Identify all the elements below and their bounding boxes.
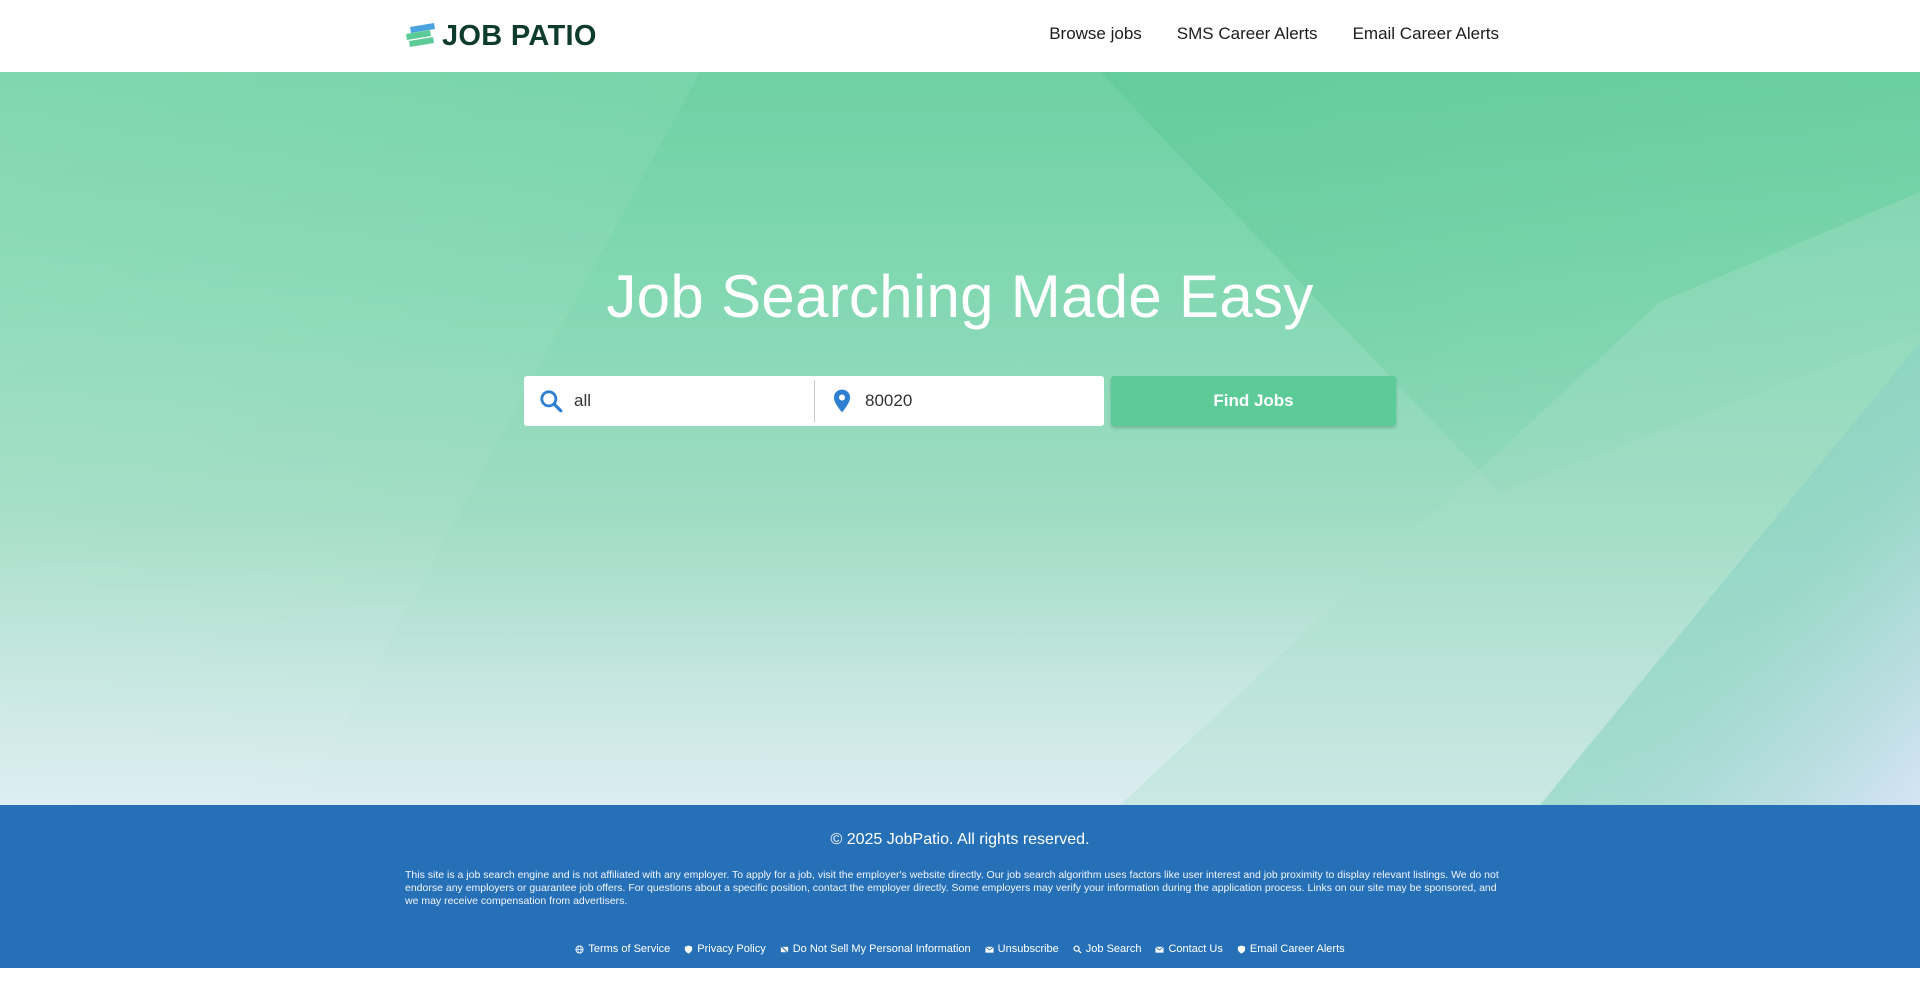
disclaimer-text: This site is a job search engine and is … xyxy=(405,869,1499,907)
location-field xyxy=(814,380,1104,422)
footer-link-label: Privacy Policy xyxy=(697,943,766,955)
footer-link-contact[interactable]: Contact Us xyxy=(1155,943,1223,955)
hero-title: Job Searching Made Easy xyxy=(606,263,1314,330)
footer-link-do-not-sell[interactable]: Do Not Sell My Personal Information xyxy=(779,943,971,955)
footer-link-label: Job Search xyxy=(1085,943,1142,955)
mail-icon xyxy=(1155,945,1165,953)
shield-icon xyxy=(685,944,693,954)
page-bottom-strip xyxy=(0,968,1920,993)
nav-sms-career-alerts[interactable]: SMS Career Alerts xyxy=(1177,24,1318,44)
footer-link-label: Unsubscribe xyxy=(997,943,1059,955)
keyword-input[interactable] xyxy=(574,386,774,416)
footer-link-terms[interactable]: Terms of Service xyxy=(575,943,670,955)
footer-links: Terms of Service Privacy Policy Do Not S… xyxy=(0,943,1920,955)
search-icon xyxy=(540,390,563,413)
logo-text: JOB PATIO xyxy=(442,19,597,52)
footer-link-unsubscribe[interactable]: Unsubscribe xyxy=(984,943,1059,955)
footer-link-label: Email Career Alerts xyxy=(1249,943,1345,955)
site-header: JOB PATIO Browse jobs SMS Career Alerts … xyxy=(0,0,1920,72)
copyright-text: © 2025 JobPatio. All rights reserved. xyxy=(830,831,1090,848)
footer-link-job-search[interactable]: Job Search xyxy=(1073,943,1142,955)
block-icon xyxy=(779,944,789,954)
mail-icon xyxy=(984,945,994,953)
search-icon xyxy=(1073,944,1082,954)
shield-icon xyxy=(1237,944,1245,954)
site-footer: © 2025 JobPatio. All rights reserved. Th… xyxy=(0,805,1920,968)
location-pin-icon xyxy=(833,389,851,413)
hero-background-shapes xyxy=(0,72,1920,805)
logo-icon xyxy=(406,23,435,47)
footer-link-email-alerts[interactable]: Email Career Alerts xyxy=(1237,943,1345,955)
main-nav: Browse jobs SMS Career Alerts Email Care… xyxy=(1049,24,1499,44)
nav-browse-jobs[interactable]: Browse jobs xyxy=(1049,24,1142,44)
keyword-field xyxy=(524,376,814,426)
footer-link-label: Terms of Service xyxy=(588,943,671,955)
footer-link-label: Contact Us xyxy=(1168,943,1223,955)
nav-email-career-alerts[interactable]: Email Career Alerts xyxy=(1353,24,1499,44)
footer-link-label: Do Not Sell My Personal Information xyxy=(792,943,971,955)
globe-icon xyxy=(575,944,584,954)
hero-section: Job Searching Made Easy Find Jobs xyxy=(0,72,1920,805)
logo-link[interactable]: JOB PATIO xyxy=(404,19,597,53)
location-input[interactable] xyxy=(865,386,1065,416)
footer-link-privacy[interactable]: Privacy Policy xyxy=(684,943,766,955)
find-jobs-button[interactable]: Find Jobs xyxy=(1111,376,1396,426)
job-search-form xyxy=(524,376,1104,426)
